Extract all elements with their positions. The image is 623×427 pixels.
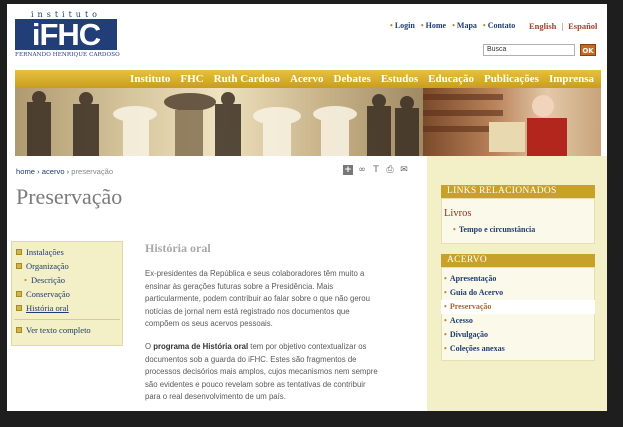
- acervo-item-acesso[interactable]: • Acesso: [441, 314, 595, 328]
- logo-ifhc-text: iFHC: [15, 19, 117, 50]
- menu-item-conservacao[interactable]: Conservação: [16, 289, 70, 300]
- ver-texto-completo-link[interactable]: Ver texto completo: [16, 325, 91, 336]
- page-tools: + ∞ T ⎙ ✉: [343, 165, 409, 175]
- preservation-work-photo: [423, 88, 601, 156]
- breadcrumb-acervo[interactable]: acervo: [42, 167, 65, 176]
- section-subtitle: História oral: [145, 241, 211, 255]
- add-icon[interactable]: +: [343, 165, 353, 175]
- contato-link[interactable]: Contato: [488, 21, 516, 30]
- link-icon[interactable]: ∞: [357, 165, 367, 175]
- nav-acervo[interactable]: Acervo: [290, 70, 324, 88]
- nav-publicacoes[interactable]: Publicações: [484, 70, 539, 88]
- search-ok-button[interactable]: OK: [580, 44, 596, 56]
- nav-instituto[interactable]: Instituto: [130, 70, 170, 88]
- acervo-item-apresentacao[interactable]: • Apresentação: [441, 272, 595, 286]
- menu-item-organizacao[interactable]: Organização: [16, 261, 69, 272]
- nav-ruth-cardoso[interactable]: Ruth Cardoso: [214, 70, 280, 88]
- paragraph-1: Ex-presidentes da República e seus colab…: [145, 269, 370, 329]
- bullet-icon: [16, 263, 22, 270]
- menu-item-descricao[interactable]: • Descrição: [16, 275, 65, 286]
- bullet-icon: [16, 291, 22, 298]
- top-links: • Login • Home • Mapa • Contato: [390, 21, 516, 30]
- login-link[interactable]: Login: [395, 21, 415, 30]
- window-frame: instituto iFHC Fernando Henrique Cardoso…: [0, 0, 623, 427]
- text-size-icon[interactable]: T: [371, 165, 381, 175]
- main-nav: Instituto FHC Ruth Cardoso Acervo Debate…: [15, 70, 601, 88]
- nav-educacao[interactable]: Educação: [428, 70, 474, 88]
- nav-imprensa[interactable]: Imprensa: [549, 70, 594, 88]
- web-page: instituto iFHC Fernando Henrique Cardoso…: [7, 4, 607, 411]
- acervo-item-colecoes-anexas[interactable]: • Coleções anexas: [441, 342, 595, 356]
- english-link[interactable]: English: [529, 21, 556, 31]
- breadcrumb: home › acervo › preservação: [16, 167, 114, 176]
- programa-historia-oral-link[interactable]: programa de História oral: [153, 342, 248, 351]
- acervo-item-preservacao[interactable]: • Preservação: [441, 300, 595, 314]
- bullet-icon: [16, 305, 22, 312]
- espanol-link[interactable]: Español: [568, 21, 597, 31]
- mapa-link[interactable]: Mapa: [457, 21, 477, 30]
- home-link[interactable]: Home: [426, 21, 446, 30]
- header-banner: [15, 88, 601, 156]
- logo-name-text: Fernando Henrique Cardoso: [15, 52, 120, 58]
- page-title: Preservação: [16, 184, 123, 209]
- acervo-header: ACERVO: [441, 254, 595, 267]
- language-links: English | Español: [529, 21, 598, 31]
- search-input[interactable]: Busca: [483, 44, 575, 56]
- menu-item-historia-oral[interactable]: História oral: [16, 303, 69, 314]
- links-relacionados-box: [441, 198, 595, 244]
- breadcrumb-current: preservação: [71, 167, 114, 176]
- breadcrumb-home[interactable]: home: [16, 167, 35, 176]
- nav-estudos[interactable]: Estudos: [381, 70, 418, 88]
- acervo-item-guia[interactable]: • Guia do Acervo: [441, 286, 595, 300]
- menu-item-instalacoes[interactable]: Instalações: [16, 247, 64, 258]
- print-icon[interactable]: ⎙: [385, 165, 395, 175]
- historic-group-photo: [15, 88, 423, 156]
- acervo-item-divulgacao[interactable]: • Divulgação: [441, 328, 595, 342]
- paragraph-2: O programa de História oral tem por obje…: [145, 342, 378, 402]
- nav-debates[interactable]: Debates: [334, 70, 371, 88]
- bullet-icon: [16, 327, 22, 334]
- ifhc-logo[interactable]: instituto iFHC Fernando Henrique Cardoso: [15, 10, 125, 68]
- left-section-menu: Instalações Organização • Descrição Conse…: [11, 241, 123, 346]
- bullet-icon: [16, 249, 22, 256]
- email-icon[interactable]: ✉: [399, 165, 409, 175]
- livros-heading: Livros: [444, 208, 472, 219]
- link-tempo-e-circunstancia[interactable]: • Tempo e circunstância: [453, 225, 535, 234]
- links-relacionados-header: LINKS RELACIONADOS: [441, 185, 595, 198]
- nav-fhc[interactable]: FHC: [180, 70, 203, 88]
